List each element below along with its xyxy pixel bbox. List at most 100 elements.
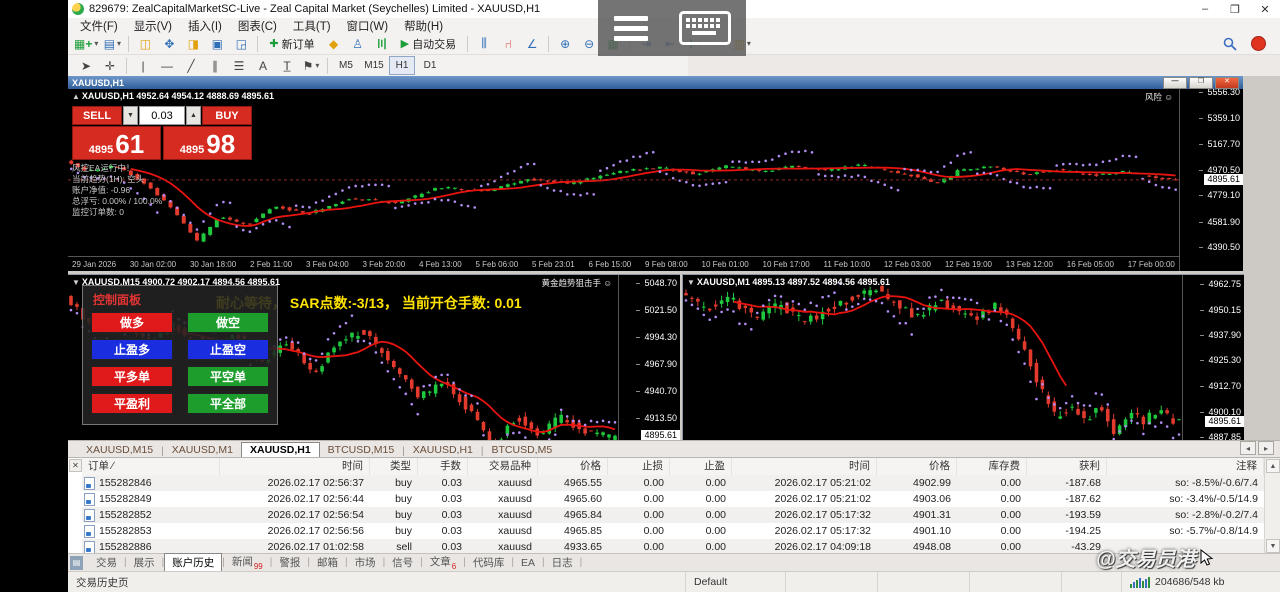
scroll-up-icon[interactable]: ▲ [1266, 459, 1280, 473]
tabs-scroll-right-icon[interactable]: ▸ [1258, 441, 1274, 455]
terminal-header-row[interactable]: 订单 ∕时间类型手数交易品种价格止损止盈时间价格库存费获利注释 [82, 458, 1264, 476]
terminal-tab-邮箱[interactable]: 邮箱 [310, 554, 345, 571]
strategy-tester-icon[interactable]: ◲ [230, 33, 252, 54]
column-header-12[interactable]: 注释 [1107, 458, 1264, 475]
chart-minimize-button[interactable]: — [1163, 77, 1187, 89]
tabs-scroll-left-icon[interactable]: ◂ [1240, 441, 1256, 455]
order-row-155282853[interactable]: 1552828532026.02.17 02:56:56buy0.03xauus… [82, 523, 1264, 539]
column-header-1[interactable]: 时间 [220, 458, 370, 475]
chart-tab-XAUUSD,M1[interactable]: XAUUSD,M1 [164, 443, 241, 457]
chart-tab-scroll[interactable]: ◂▸ [1240, 441, 1274, 455]
chart-tab-XAUUSD,H1[interactable]: XAUUSD,H1 [405, 443, 481, 457]
close-all-button[interactable]: 平全部 [187, 393, 269, 414]
tp-long-button[interactable]: 止盈多 [91, 339, 173, 360]
buy-button[interactable]: BUY [202, 106, 252, 125]
trendline-icon[interactable]: ╱ [180, 55, 202, 76]
menu-窗口(W)[interactable]: 窗口(W) [339, 18, 397, 34]
terminal-tab-EA[interactable]: EA [514, 556, 542, 570]
tp-short-button[interactable]: 止盈空 [187, 339, 269, 360]
fibonacci-icon[interactable]: ☰ [228, 55, 250, 76]
close-profit-button[interactable]: 平盈利 [91, 393, 173, 414]
chart-restore-button[interactable]: ❐ [1189, 77, 1213, 89]
menu-工具(T)[interactable]: 工具(T) [285, 18, 339, 34]
column-header-7[interactable]: 止盈 [670, 458, 732, 475]
signal-icon[interactable]: 〣 [371, 33, 393, 54]
crosshair-icon[interactable]: ✛ [99, 55, 121, 76]
terminal-icon[interactable]: ▣ [206, 33, 228, 54]
open-long-button[interactable]: 做多 [91, 312, 173, 333]
column-header-2[interactable]: 类型 [370, 458, 418, 475]
menu-图表(C)[interactable]: 图表(C) [230, 18, 285, 34]
menu-文件(F)[interactable]: 文件(F) [72, 18, 126, 34]
column-header-8[interactable]: 时间 [732, 458, 877, 475]
order-row-155282849[interactable]: 1552828492026.02.17 02:56:44buy0.03xauus… [82, 491, 1264, 507]
search-icon[interactable] [1223, 37, 1237, 51]
zoom-in-icon[interactable]: ⊕ [554, 33, 576, 54]
channel-icon[interactable]: ∥ [204, 55, 226, 76]
open-short-button[interactable]: 做空 [187, 312, 269, 333]
order-row-155282852[interactable]: 1552828522026.02.17 02:56:54buy0.03xauus… [82, 507, 1264, 523]
chart-tab-XAUUSD,M15[interactable]: XAUUSD,M15 [78, 443, 161, 457]
chart-pane-h1[interactable]: 5556.305359.105167.704970.504779.104581.… [68, 89, 1243, 271]
terminal-tab-信号[interactable]: 信号 [385, 554, 420, 571]
cursor-icon[interactable]: ➤ [75, 55, 97, 76]
order-row-155282846[interactable]: 1552828462026.02.17 02:56:37buy0.03xauus… [82, 475, 1264, 491]
column-header-4[interactable]: 交易品种 [468, 458, 538, 475]
chart-tab-BTCUSD,M15[interactable]: BTCUSD,M15 [320, 443, 403, 457]
text-icon[interactable]: A [252, 55, 274, 76]
close-long-button[interactable]: 平多单 [91, 366, 173, 387]
maximize-button[interactable]: ❐ [1220, 0, 1250, 18]
menu-插入(I)[interactable]: 插入(I) [180, 18, 230, 34]
terminal-tab-交易[interactable]: 交易 [89, 554, 124, 571]
metaeditor-icon[interactable]: ◆ [323, 33, 345, 54]
terminal-tab-日志[interactable]: 日志 [545, 554, 580, 571]
terminal-scrollbar[interactable]: ▲ ▼ [1264, 458, 1280, 554]
buy-price-panel[interactable]: 489598 [163, 126, 252, 160]
column-header-10[interactable]: 库存费 [957, 458, 1027, 475]
bar-chart-icon[interactable]: ⫼ [473, 33, 495, 54]
vertical-line-icon[interactable]: | [132, 55, 154, 76]
line-chart-icon[interactable]: ∠ [521, 33, 543, 54]
column-header-0[interactable]: 订单 ∕ [82, 458, 220, 475]
arrows-icon[interactable]: ⚑▾ [300, 55, 322, 76]
chart-tab-BTCUSD,M5[interactable]: BTCUSD,M5 [484, 443, 561, 457]
chart-tab-XAUUSD,H1[interactable]: XAUUSD,H1 [241, 442, 320, 457]
text-label-icon[interactable]: T̲ [276, 55, 298, 76]
menu-icon[interactable] [614, 16, 648, 41]
terminal-tab-代码库[interactable]: 代码库 [466, 554, 512, 571]
column-header-3[interactable]: 手数 [418, 458, 468, 475]
terminal-nav-icon[interactable]: ▤ [70, 556, 83, 570]
new-chart-icon[interactable]: ▦+▾ [73, 33, 99, 54]
status-profile[interactable]: Default [686, 572, 786, 592]
keyboard-icon[interactable] [679, 11, 731, 45]
sell-button[interactable]: SELL [72, 106, 122, 125]
close-button[interactable]: ✕ [1250, 0, 1280, 18]
terminal-tab-账户历史[interactable]: 账户历史 [164, 553, 222, 572]
column-header-5[interactable]: 价格 [538, 458, 608, 475]
horizontal-line-icon[interactable]: — [156, 55, 178, 76]
terminal-tab-市场[interactable]: 市场 [348, 554, 383, 571]
menu-帮助(H)[interactable]: 帮助(H) [396, 18, 451, 34]
menu-显示(V)[interactable]: 显示(V) [126, 18, 180, 34]
terminal-tab-警报[interactable]: 警报 [272, 554, 307, 571]
candlestick-chart-icon[interactable]: ⑁ [497, 33, 519, 54]
column-header-11[interactable]: 获利 [1027, 458, 1107, 475]
column-header-9[interactable]: 价格 [877, 458, 957, 475]
timeframe-D1[interactable]: D1 [417, 56, 443, 75]
chart-window-titlebar[interactable]: XAUUSD,H1 — ❐ ✕ [68, 76, 1243, 89]
mql-icon[interactable]: ♙ [347, 33, 369, 54]
terminal-close-icon[interactable]: ✕ [69, 459, 82, 472]
data-window-icon[interactable]: ◨ [182, 33, 204, 54]
chart-pane-m1[interactable]: 4962.754950.154937.904925.304912.704900.… [682, 274, 1244, 441]
market-watch-icon[interactable]: ◫ [134, 33, 156, 54]
lot-size-input[interactable] [139, 106, 185, 125]
timeframe-H1[interactable]: H1 [389, 56, 415, 75]
profiles-icon[interactable]: ▤▾ [101, 33, 123, 54]
timeframe-M5[interactable]: M5 [333, 56, 359, 75]
scroll-down-icon[interactable]: ▼ [1266, 539, 1280, 553]
notification-icon[interactable] [1251, 36, 1266, 51]
autotrading-button[interactable]: ▶ 自动交易 [395, 33, 463, 54]
lot-decrease-button[interactable]: ▼ [123, 106, 138, 125]
chart-close-button[interactable]: ✕ [1215, 77, 1239, 89]
navigator-icon[interactable]: ✥ [158, 33, 180, 54]
